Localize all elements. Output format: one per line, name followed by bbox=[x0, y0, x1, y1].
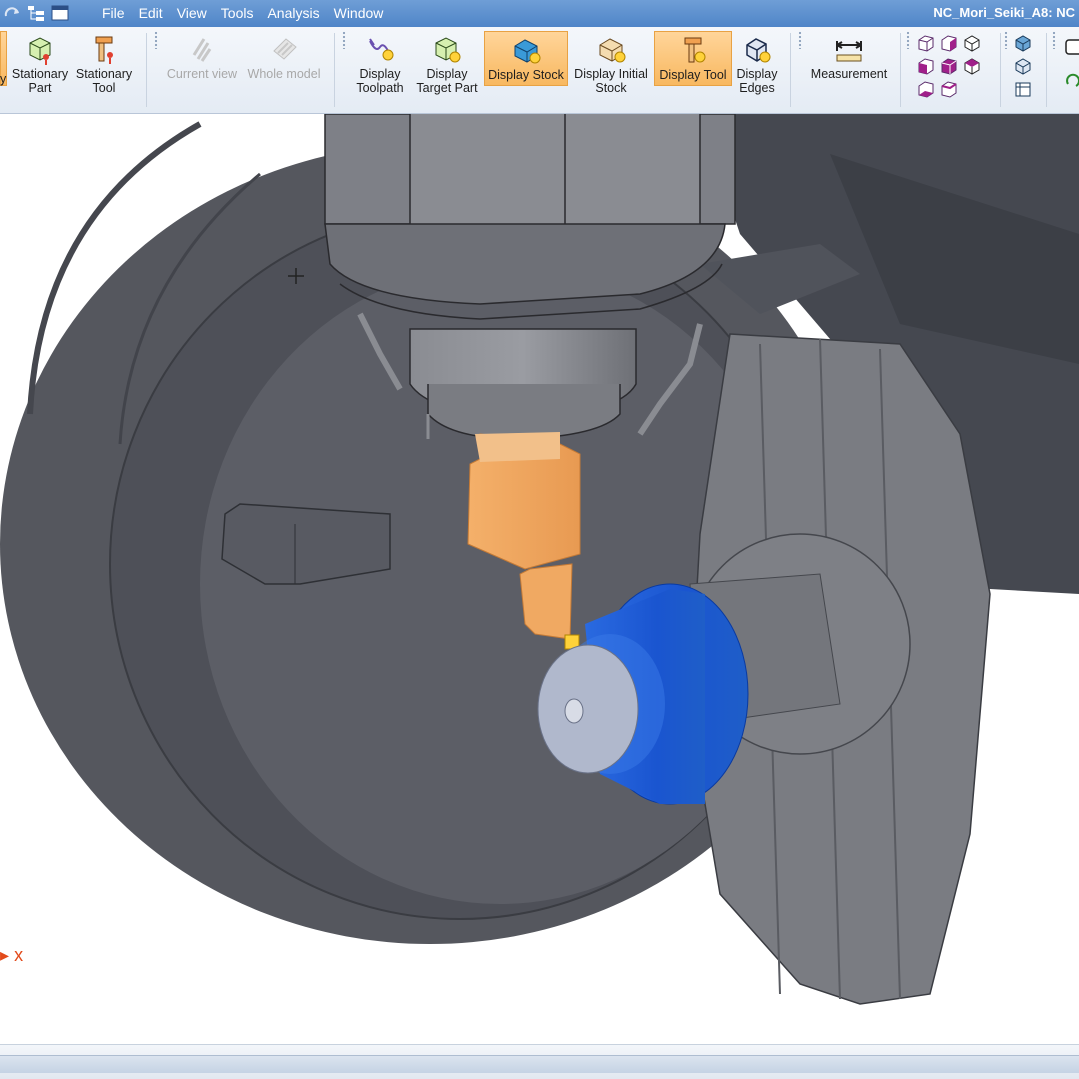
ribbon-separator bbox=[790, 33, 791, 107]
display-initial-stock-label-2: Stock bbox=[595, 81, 627, 95]
ribbon-grip bbox=[1004, 31, 1008, 49]
display-tool-label: Display Tool bbox=[659, 68, 727, 82]
ribbon-grip bbox=[154, 31, 158, 49]
status-bar-inner bbox=[0, 1055, 1079, 1073]
display-target-part-label-2: Target Part bbox=[416, 81, 478, 95]
ribbon-separator bbox=[900, 33, 901, 107]
title-bar: File Edit View Tools Analysis Window NC_… bbox=[0, 0, 1079, 27]
view-orientation-group bbox=[916, 33, 982, 99]
menu-view[interactable]: View bbox=[177, 5, 221, 21]
display-initial-stock-label-1: Display Initial bbox=[574, 67, 648, 81]
menu-bar: File Edit View Tools Analysis Window bbox=[100, 5, 397, 21]
stationary-part-label-2: Part bbox=[28, 81, 52, 95]
redo-icon[interactable] bbox=[2, 3, 22, 23]
shaded-edges-icon[interactable] bbox=[1013, 56, 1033, 76]
tool-icon bbox=[655, 32, 731, 66]
ribbon-separator bbox=[1046, 33, 1047, 107]
ribbon-separator bbox=[334, 33, 335, 107]
stationary-part-icon bbox=[8, 31, 72, 65]
ribbon-grip bbox=[798, 31, 802, 49]
display-target-part-button[interactable]: Display Target Part bbox=[412, 31, 482, 103]
stationary-tool-label-1: Stationary bbox=[75, 67, 133, 81]
display-stock-label: Display Stock bbox=[488, 68, 564, 82]
view-back-icon[interactable] bbox=[939, 33, 959, 53]
quick-access-toolbar bbox=[2, 3, 70, 23]
measurement-button[interactable]: Measurement bbox=[806, 31, 892, 103]
axis-arrow-icon: ▸ bbox=[0, 945, 10, 965]
display-tool-button[interactable]: Display Tool bbox=[654, 31, 732, 86]
display-edges-label-2: Edges bbox=[739, 81, 775, 95]
extra-group bbox=[1062, 37, 1079, 90]
menu-file[interactable]: File bbox=[100, 5, 139, 21]
whole-model-button[interactable]: Whole model bbox=[242, 31, 326, 103]
view-right-icon[interactable] bbox=[939, 56, 959, 76]
menu-window[interactable]: Window bbox=[334, 5, 398, 21]
menu-tools[interactable]: Tools bbox=[221, 5, 268, 21]
ribbon-grip bbox=[906, 31, 910, 49]
camera-icon[interactable] bbox=[1062, 37, 1079, 57]
shaded-icon[interactable] bbox=[1013, 33, 1033, 53]
window-title: NC_Mori_Seiki_A8: NC bbox=[933, 5, 1075, 20]
display-stock-button[interactable]: Display Stock bbox=[484, 31, 568, 86]
initial-stock-icon bbox=[570, 31, 652, 65]
wireframe-icon[interactable] bbox=[1013, 79, 1033, 99]
toolpath-icon bbox=[348, 31, 412, 65]
ribbon-separator bbox=[146, 33, 147, 107]
display-toolpath-button[interactable]: Display Toolpath bbox=[348, 31, 412, 103]
ribbon-separator bbox=[1000, 33, 1001, 107]
display-edges-button[interactable]: Display Edges bbox=[732, 31, 782, 103]
display-target-part-label-1: Display bbox=[426, 67, 468, 81]
view-top-icon[interactable] bbox=[962, 33, 982, 53]
refresh-icon[interactable] bbox=[1062, 70, 1079, 90]
ribbon-toolbar: y Stationary Part Stationary Tool Curren… bbox=[0, 27, 1079, 114]
menu-analysis[interactable]: Analysis bbox=[267, 5, 333, 21]
3d-viewport[interactable] bbox=[0, 114, 1079, 1044]
axis-label: x bbox=[14, 945, 24, 965]
current-view-button[interactable]: Current view bbox=[162, 31, 242, 103]
stationary-part-label-1: Stationary bbox=[11, 67, 69, 81]
stationary-tool-icon bbox=[72, 31, 136, 65]
shading-group bbox=[1013, 33, 1033, 99]
edges-icon bbox=[732, 31, 782, 65]
axis-indicator: ▸ x bbox=[0, 945, 23, 966]
view-front-icon[interactable] bbox=[916, 33, 936, 53]
fixture-block bbox=[221, 503, 391, 585]
tree-toggle-icon[interactable] bbox=[26, 3, 46, 23]
view-iso-icon[interactable] bbox=[962, 56, 982, 76]
current-view-label: Current view bbox=[166, 67, 238, 81]
stationary-tool-label-2: Tool bbox=[92, 81, 116, 95]
display-toolpath-label-1: Display bbox=[359, 67, 401, 81]
view-iso2-icon[interactable] bbox=[939, 79, 959, 99]
status-bar bbox=[0, 1044, 1079, 1079]
target-part-icon bbox=[412, 31, 482, 65]
current-view-icon bbox=[162, 31, 242, 65]
display-edges-label-1: Display bbox=[736, 67, 778, 81]
view-bottom-icon[interactable] bbox=[916, 79, 936, 99]
ribbon-grip bbox=[1052, 31, 1056, 49]
menu-edit[interactable]: Edit bbox=[139, 5, 177, 21]
whole-model-label: Whole model bbox=[247, 67, 321, 81]
ribbon-grip bbox=[342, 31, 346, 49]
view-left-icon[interactable] bbox=[916, 56, 936, 76]
whole-model-icon bbox=[242, 31, 326, 65]
measurement-label: Measurement bbox=[810, 67, 888, 81]
display-toolpath-label-2: Toolpath bbox=[356, 81, 404, 95]
stock-icon bbox=[485, 32, 567, 66]
window-layout-icon[interactable] bbox=[50, 3, 70, 23]
stationary-tool-button[interactable]: Stationary Tool bbox=[72, 31, 136, 103]
display-initial-stock-button[interactable]: Display Initial Stock bbox=[570, 31, 652, 103]
stationary-part-button[interactable]: Stationary Part bbox=[8, 31, 72, 103]
measurement-icon bbox=[806, 31, 892, 65]
